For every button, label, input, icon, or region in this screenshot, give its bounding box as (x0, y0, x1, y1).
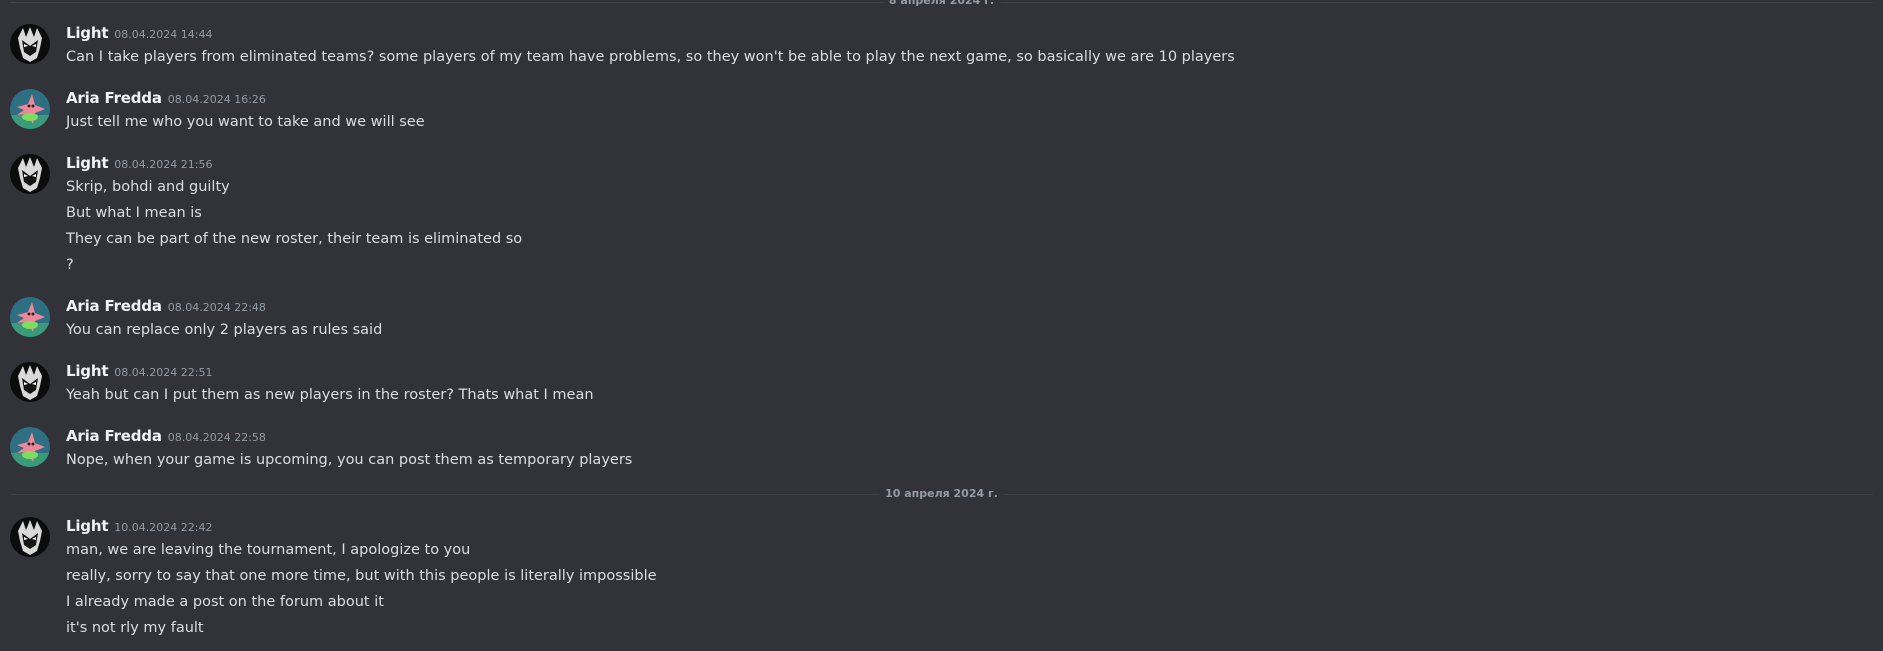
avatar[interactable] (10, 517, 50, 557)
date-divider-label: 10 апреля 2024 г. (879, 486, 1004, 502)
patrick-star-avatar-icon (10, 89, 50, 129)
message-line: ? (66, 257, 74, 273)
avatar[interactable] (10, 24, 50, 64)
message-line: But what I mean is (66, 205, 202, 221)
message-line: They can be part of the new roster, thei… (66, 231, 523, 247)
message-header: Light 08.04.2024 22:51 (66, 360, 212, 382)
author-name[interactable]: Light (66, 517, 108, 535)
author-name[interactable]: Light (66, 24, 108, 42)
message-line: it's not rly my fault (66, 620, 204, 636)
patrick-star-avatar-icon (10, 297, 50, 337)
avatar[interactable] (10, 362, 50, 402)
dark-character-avatar-icon (10, 362, 50, 402)
dark-character-avatar-icon (10, 154, 50, 194)
author-name[interactable]: Aria Fredda (66, 297, 162, 315)
message-content: Can I take players from eliminated teams… (66, 44, 1235, 70)
author-name[interactable]: Aria Fredda (66, 89, 162, 107)
timestamp: 08.04.2024 16:26 (167, 93, 266, 106)
message-line: You can replace only 2 players as rules … (66, 322, 383, 338)
message-content: man, we are leaving the tournament, I ap… (66, 537, 657, 641)
author-name[interactable]: Light (66, 154, 108, 172)
avatar[interactable] (10, 297, 50, 337)
message-line: Yeah but can I put them as new players i… (66, 387, 594, 403)
timestamp: 10.04.2024 22:42 (114, 521, 213, 534)
message-header: Aria Fredda 08.04.2024 22:48 (66, 295, 266, 317)
message-line: really, sorry to say that one more time,… (66, 568, 657, 584)
message-line: man, we are leaving the tournament, I ap… (66, 542, 471, 558)
message-content: Just tell me who you want to take and we… (66, 109, 425, 135)
message-content: Skrip, bohdi and guilty But what I mean … (66, 174, 522, 278)
author-name[interactable]: Light (66, 362, 108, 380)
message-header: Aria Fredda 08.04.2024 16:26 (66, 87, 266, 109)
timestamp: 08.04.2024 21:56 (114, 158, 213, 171)
message-line: Just tell me who you want to take and we… (66, 114, 425, 130)
date-divider: 8 апреля 2024 г. (10, 0, 1873, 9)
dark-character-avatar-icon (10, 24, 50, 64)
timestamp: 08.04.2024 22:58 (167, 431, 266, 444)
patrick-star-avatar-icon (10, 427, 50, 467)
message-line: Skrip, bohdi and guilty (66, 179, 230, 195)
timestamp: 08.04.2024 22:48 (167, 301, 266, 314)
avatar[interactable] (10, 89, 50, 129)
author-name[interactable]: Aria Fredda (66, 427, 162, 445)
dark-character-avatar-icon (10, 517, 50, 557)
avatar[interactable] (10, 154, 50, 194)
message-header: Light 08.04.2024 21:56 (66, 152, 212, 174)
message-content: You can replace only 2 players as rules … (66, 317, 382, 343)
message-header: Aria Fredda 08.04.2024 22:58 (66, 425, 266, 447)
message-header: Light 10.04.2024 22:42 (66, 515, 212, 537)
timestamp: 08.04.2024 22:51 (114, 366, 213, 379)
date-divider: 10 апреля 2024 г. (10, 486, 1873, 502)
message-line: Nope, when your game is upcoming, you ca… (66, 452, 633, 468)
message-content: Yeah but can I put them as new players i… (66, 382, 594, 408)
message-header: Light 08.04.2024 14:44 (66, 22, 212, 44)
message-line: Can I take players from eliminated teams… (66, 49, 1235, 65)
message-line: I already made a post on the forum about… (66, 594, 384, 610)
date-divider-label: 8 апреля 2024 г. (882, 0, 1001, 9)
avatar[interactable] (10, 427, 50, 467)
message-content: Nope, when your game is upcoming, you ca… (66, 447, 632, 473)
chat-message-list[interactable]: 8 апреля 2024 г. Light 08.04.2024 14:44 C… (0, 0, 1883, 651)
timestamp: 08.04.2024 14:44 (114, 28, 213, 41)
